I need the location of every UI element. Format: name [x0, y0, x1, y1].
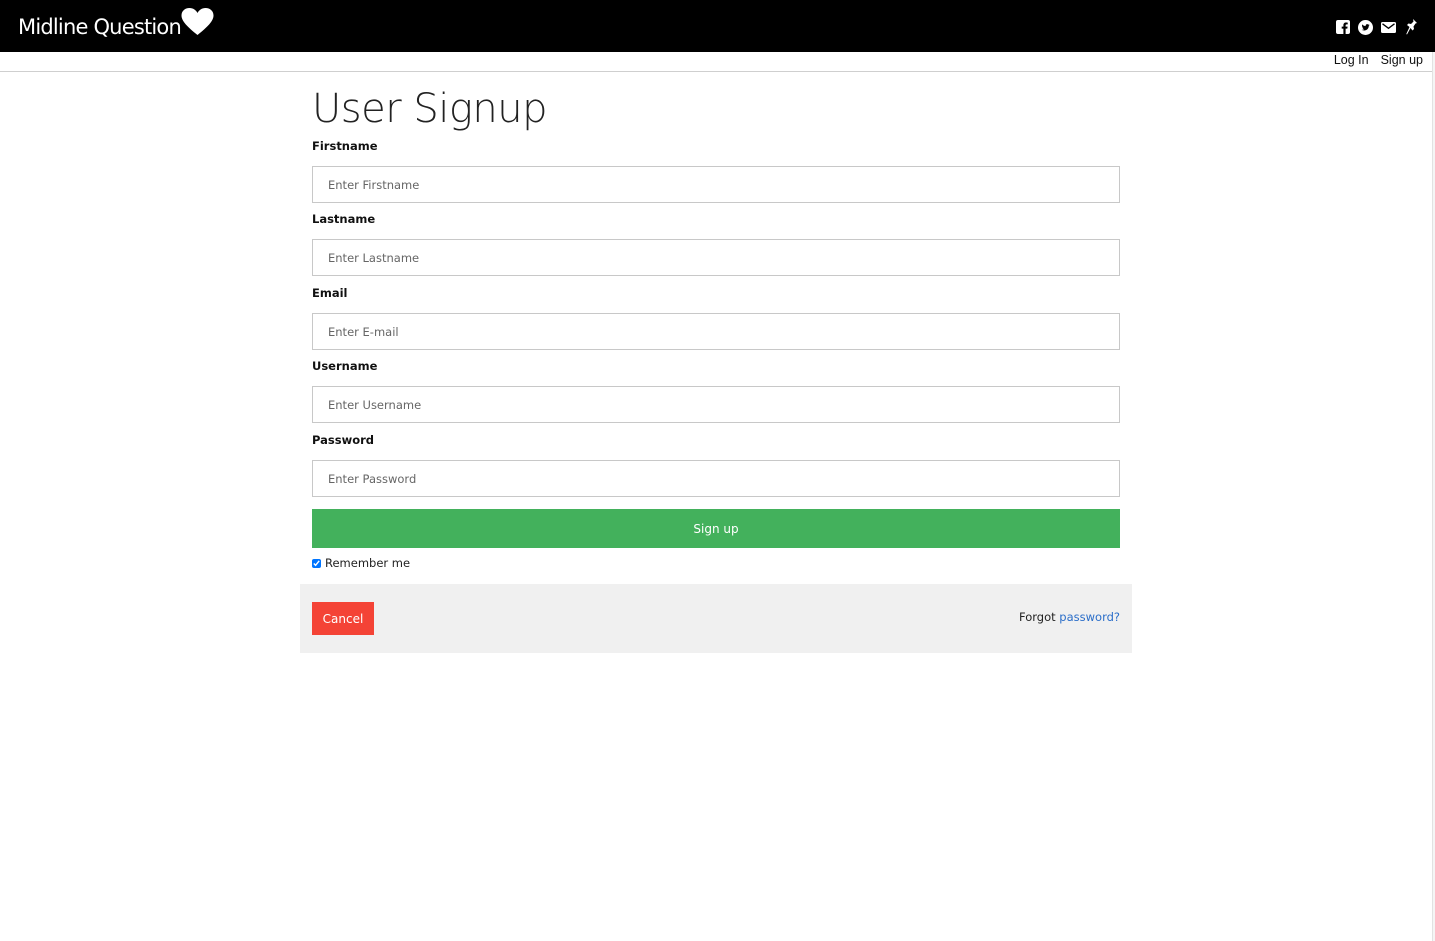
password-input[interactable] [312, 460, 1120, 497]
forgot-password: Forgot password? [1019, 610, 1120, 624]
cancel-button[interactable]: Cancel [312, 602, 374, 635]
email-label: Email [312, 286, 348, 300]
remember-me[interactable]: Remember me [312, 556, 410, 570]
signup-link[interactable]: Sign up [1381, 53, 1423, 67]
remember-checkbox[interactable] [312, 558, 321, 568]
brand-logo[interactable]: Midline Question [18, 8, 214, 41]
brand-name: Midline Question [18, 14, 182, 39]
facebook-icon[interactable] [1335, 19, 1350, 35]
heart-icon [181, 8, 214, 41]
username-label: Username [312, 359, 378, 373]
forgot-password-link[interactable]: password? [1059, 610, 1120, 624]
lastname-input[interactable] [312, 239, 1120, 276]
login-link[interactable]: Log In [1334, 53, 1369, 67]
top-navbar: Midline Question [0, 0, 1435, 52]
mail-icon[interactable] [1381, 19, 1396, 35]
password-label: Password [312, 433, 374, 447]
username-input[interactable] [312, 386, 1120, 423]
firstname-label: Firstname [312, 139, 378, 153]
signup-button[interactable]: Sign up [312, 509, 1120, 548]
forgot-prefix: Forgot [1019, 610, 1056, 624]
pin-icon[interactable] [1404, 19, 1419, 35]
page-title: User Signup [312, 86, 548, 132]
social-links [1335, 19, 1419, 35]
firstname-input[interactable] [312, 166, 1120, 203]
lastname-label: Lastname [312, 212, 376, 226]
email-input[interactable] [312, 313, 1120, 350]
account-nav: Log In Sign up [0, 52, 1432, 72]
remember-label: Remember me [325, 556, 411, 570]
twitter-icon[interactable] [1358, 19, 1373, 35]
form-footer: Cancel Forgot password? [300, 584, 1132, 653]
